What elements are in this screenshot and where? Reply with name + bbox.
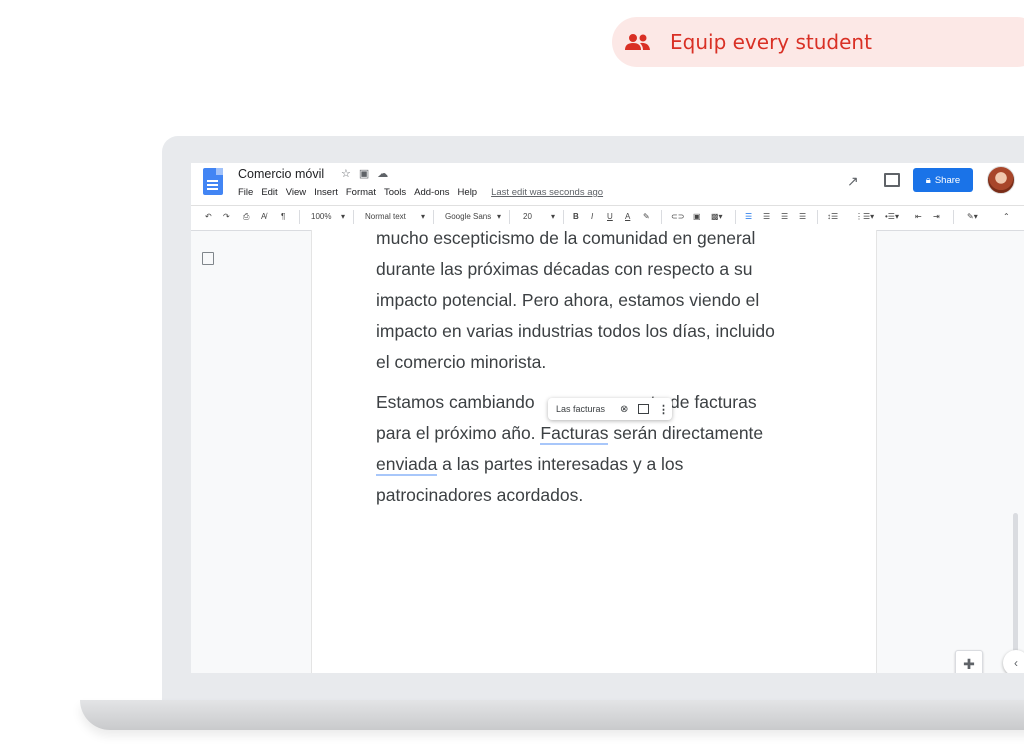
increase-indent-icon[interactable]: ⇥	[933, 212, 940, 221]
italic-icon[interactable]: I	[591, 212, 593, 221]
decrease-indent-icon[interactable]: ⇤	[915, 212, 922, 221]
text-segment: serán directamente	[608, 423, 764, 443]
chevron-down-icon: ▾	[551, 212, 556, 221]
redo-icon[interactable]: ↷	[223, 212, 230, 221]
menu-edit[interactable]: Edit	[261, 187, 277, 198]
font-select[interactable]: Google Sans	[445, 212, 491, 221]
menu-help[interactable]: Help	[458, 187, 478, 198]
text-line: mucho escepticismo de la comunidad en ge…	[376, 228, 756, 248]
laptop-base	[80, 700, 1024, 730]
align-left-icon[interactable]: ☰	[745, 212, 752, 221]
menu-tools[interactable]: Tools	[384, 187, 406, 198]
divider	[509, 210, 510, 224]
bold-icon[interactable]: B	[573, 212, 579, 221]
align-center-icon[interactable]: ☰	[763, 212, 770, 221]
feedback-icon[interactable]	[638, 404, 649, 414]
divider	[735, 210, 736, 224]
folder-icon[interactable]: ▣	[359, 168, 377, 180]
share-button[interactable]: 🔒︎ Share	[913, 168, 973, 192]
cloud-icon: ☁	[377, 168, 397, 180]
chevron-down-icon: ▾	[497, 212, 502, 221]
spellcheck-icon[interactable]: A̸	[261, 212, 266, 221]
side-panel-toggle[interactable]: ‹	[1003, 650, 1024, 673]
print-icon[interactable]: ⎙	[243, 212, 249, 222]
paragraph-1: mucho escepticismo de la comunidad en ge…	[376, 223, 816, 378]
text-line: impacto en varias industrias todos los d…	[376, 321, 775, 341]
divider	[433, 210, 434, 224]
zoom-select[interactable]: 100%	[311, 212, 331, 221]
divider	[563, 210, 564, 224]
divider	[817, 210, 818, 224]
text-segment: Estamos cambiando	[376, 392, 535, 412]
text-line: enviada a las partes interesadas y a los	[376, 449, 816, 480]
divider	[299, 210, 300, 224]
image-icon[interactable]: ▩▾	[711, 212, 723, 221]
menu-format[interactable]: Format	[346, 187, 376, 198]
style-select[interactable]: Normal text	[365, 212, 406, 221]
share-label: Share	[934, 174, 961, 186]
dismiss-icon[interactable]: ⊗	[620, 404, 628, 415]
outline-icon[interactable]	[202, 252, 214, 265]
last-edit-link[interactable]: Last edit was seconds ago	[491, 187, 603, 198]
people-icon	[624, 30, 652, 54]
numbered-list-icon[interactable]: ⋮☰▾	[855, 212, 874, 221]
align-right-icon[interactable]: ☰	[781, 212, 788, 221]
divider	[353, 210, 354, 224]
promo-pill[interactable]: Equip every student	[612, 17, 1024, 67]
menu-view[interactable]: View	[286, 187, 306, 198]
explore-icon: ✚	[963, 655, 975, 672]
suggested-word[interactable]: enviada	[376, 454, 438, 476]
comment-icon[interactable]	[884, 173, 900, 187]
activity-icon[interactable]: ↗	[847, 173, 859, 190]
scrollbar[interactable]	[1013, 513, 1018, 653]
title-icons: ☆▣☁	[341, 167, 396, 180]
collapse-icon[interactable]: ⌃	[1003, 212, 1010, 221]
divider	[953, 210, 954, 224]
text-color-icon[interactable]: A	[625, 212, 630, 221]
divider	[661, 210, 662, 224]
promo-text: Equip every student	[670, 30, 872, 54]
document-title[interactable]: Comercio móvil	[238, 167, 324, 181]
menu-addons[interactable]: Add-ons	[414, 187, 449, 198]
chevron-down-icon: ▾	[341, 212, 346, 221]
text-line: impacto potencial. Pero ahora, estamos v…	[376, 290, 760, 310]
lock-icon: 🔒︎	[925, 174, 931, 186]
text-line: el comercio minorista.	[376, 352, 547, 372]
menu-insert[interactable]: Insert	[314, 187, 338, 198]
text-line: para el próximo año. Facturas serán dire…	[376, 418, 816, 449]
explore-button[interactable]: ✚	[955, 650, 983, 673]
highlight-icon[interactable]: ✎	[643, 212, 650, 221]
text-segment: para el próximo año.	[376, 423, 541, 443]
line-spacing-icon[interactable]: ↕☰	[827, 212, 838, 221]
suggested-word[interactable]: Facturas	[540, 423, 609, 445]
laptop-screen: Comercio móvil ☆▣☁ File Edit View Insert…	[191, 163, 1024, 673]
editing-mode-icon[interactable]: ✎▾	[967, 212, 978, 221]
star-icon[interactable]: ☆	[341, 168, 359, 180]
text-segment: a las partes interesadas y a los	[437, 454, 684, 474]
docs-header: Comercio móvil ☆▣☁ File Edit View Insert…	[191, 163, 1024, 205]
bulleted-list-icon[interactable]: •☰▾	[885, 212, 899, 221]
text-line: patrocinadores acordados.	[376, 485, 584, 505]
menu-bar: File Edit View Insert Format Tools Add-o…	[238, 187, 611, 198]
add-comment-icon[interactable]: ▣	[693, 212, 701, 221]
suggestion-popup: Las facturas ⊗ ⋮	[548, 398, 672, 420]
chevron-down-icon: ▾	[421, 212, 426, 221]
undo-icon[interactable]: ↶	[205, 212, 212, 221]
docs-logo-icon[interactable]	[203, 168, 223, 195]
underline-icon[interactable]: U	[607, 212, 613, 221]
more-options-icon[interactable]: ⋮	[658, 403, 669, 416]
text-line: durante las próximas décadas con respect…	[376, 259, 753, 279]
font-size-select[interactable]: 20	[523, 212, 532, 221]
suggestion-accept[interactable]: Las facturas	[556, 404, 605, 414]
menu-file[interactable]: File	[238, 187, 253, 198]
justify-icon[interactable]: ☰	[799, 212, 806, 221]
chevron-left-icon: ‹	[1014, 656, 1018, 670]
avatar[interactable]	[987, 166, 1015, 194]
paint-format-icon[interactable]: ¶	[281, 212, 285, 221]
link-icon[interactable]: ⊂⊃	[671, 212, 684, 221]
